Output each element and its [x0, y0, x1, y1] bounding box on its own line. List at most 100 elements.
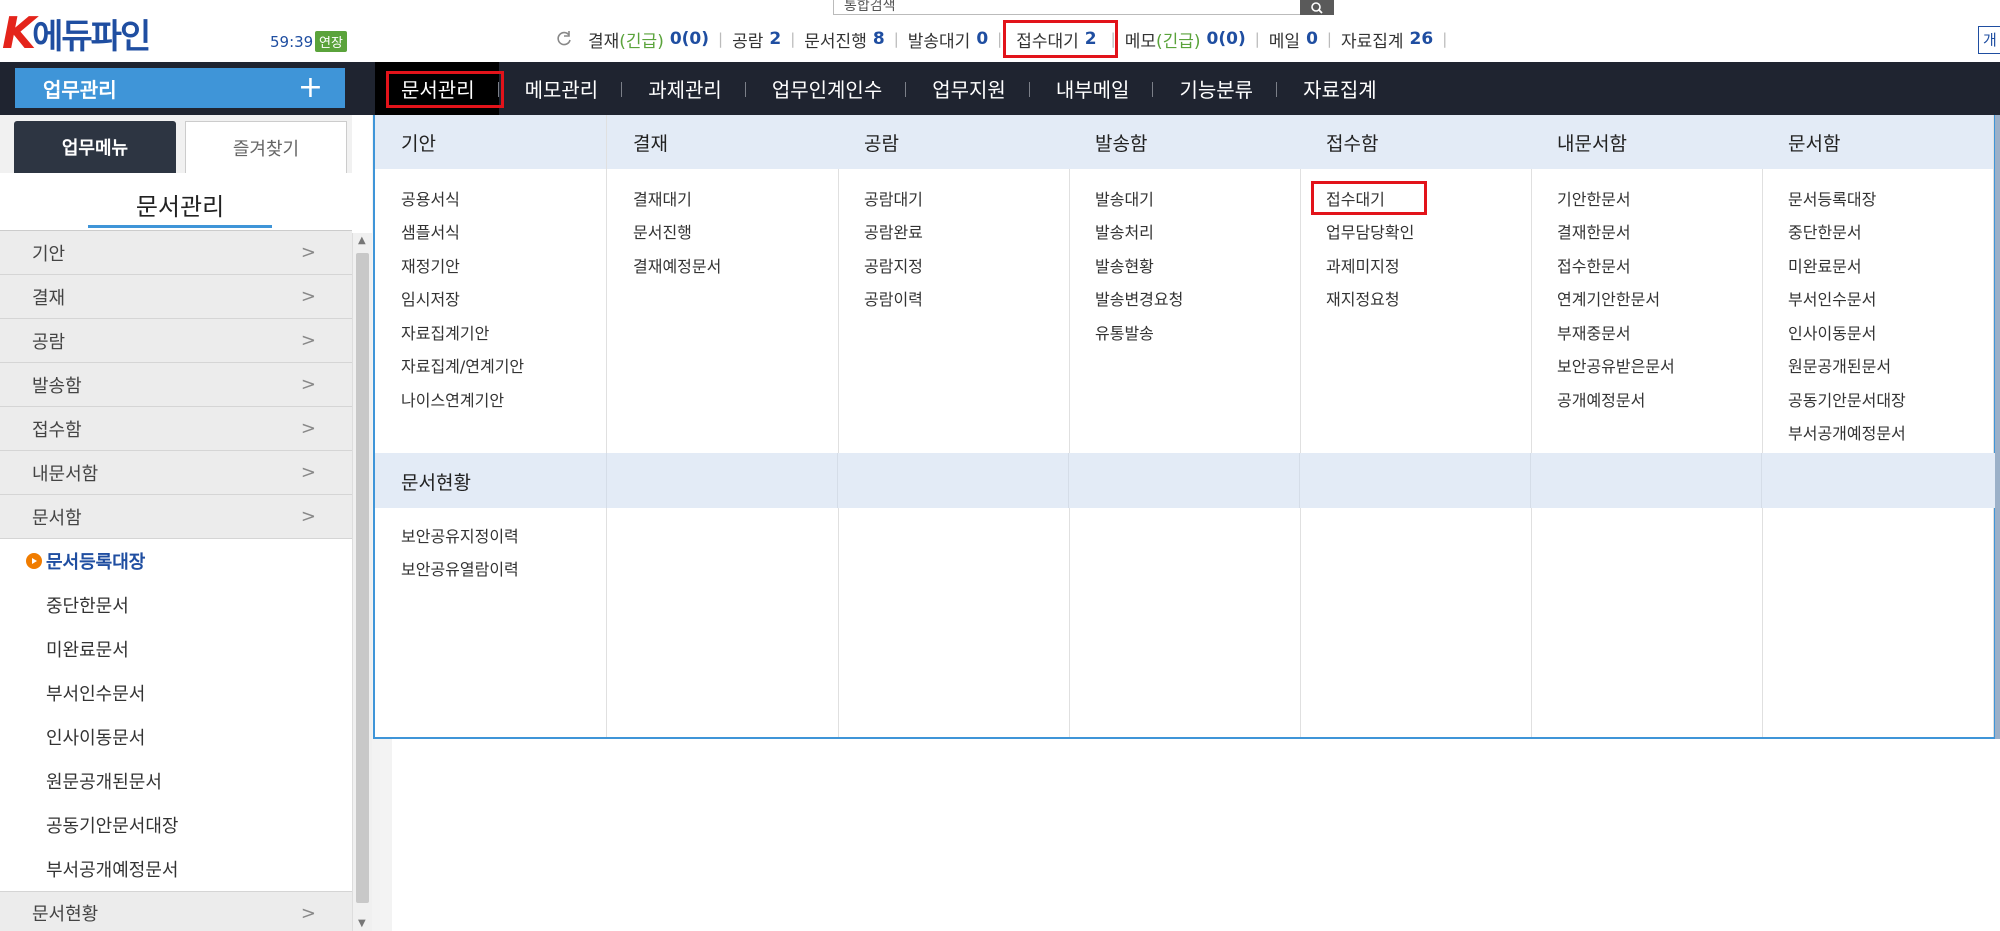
sidebar-subitem[interactable]: 부서인수문서	[0, 671, 352, 715]
menu-link[interactable]: 자료집계기안	[375, 315, 606, 349]
sidebar-subitem[interactable]: 원문공개된문서	[0, 759, 352, 803]
divider	[1530, 453, 1531, 508]
menu-link[interactable]: 연계기안한문서	[1531, 282, 1762, 316]
menu-link[interactable]: 공람완료	[838, 215, 1069, 249]
sidebar-subitem[interactable]: 미완료문서	[0, 627, 352, 671]
status-data-collection[interactable]: 자료집계 26	[1332, 27, 1442, 52]
menu-link[interactable]: 발송변경요청	[1069, 282, 1300, 316]
menu-link[interactable]: 과제미지정	[1300, 248, 1531, 282]
sidebar-item-document-box[interactable]: 문서함 >	[0, 495, 352, 539]
sidebar-item-approval[interactable]: 결재 >	[0, 275, 352, 319]
status-memo[interactable]: 메모 (긴급) 0(0)	[1116, 27, 1255, 52]
menu-link[interactable]: 자료집계/연계기안	[375, 349, 606, 383]
menu-link[interactable]: 공개예정문서	[1531, 382, 1762, 416]
nav-memo-management[interactable]: 메모관리	[499, 62, 623, 115]
menu-link[interactable]: 공람대기	[838, 181, 1069, 215]
logo-k: K	[2, 7, 36, 59]
sidebar-subitem[interactable]: 중단한문서	[0, 583, 352, 627]
status-in-progress[interactable]: 문서진행 8	[795, 27, 893, 52]
status-approval[interactable]: 결재 (긴급) 0(0)	[579, 27, 718, 52]
scroll-up-arrow-icon[interactable]: ▲	[358, 235, 366, 246]
menu-link[interactable]: 재정기안	[375, 248, 606, 282]
nav-function-classification[interactable]: 기능분류	[1153, 62, 1277, 115]
scrollbar-thumb[interactable]	[356, 253, 369, 903]
menu-link[interactable]: 중단한문서	[1762, 215, 1993, 249]
sidebar-item-label: 문서함	[32, 507, 82, 529]
menu-link[interactable]: 나이스연계기안	[375, 382, 606, 416]
menu-link[interactable]: 원문공개된문서	[1762, 349, 1993, 383]
menu-link[interactable]: 문서진행	[607, 215, 838, 249]
sidebar-item-my-documents[interactable]: 내문서함 >	[0, 451, 352, 495]
nav-internal-mail[interactable]: 내부메일	[1030, 62, 1154, 115]
nav-label: 메모관리	[524, 78, 599, 102]
menu-link-receive-waiting[interactable]: 접수대기	[1300, 181, 1531, 215]
menu-link[interactable]: 보안공유열람이력	[375, 552, 519, 586]
sidebar-scrollbar[interactable]: ▲ ▼	[352, 233, 372, 931]
menu-link[interactable]: 접수한문서	[1531, 248, 1762, 282]
tab-work-menu[interactable]: 업무메뉴	[14, 121, 176, 173]
menu-link[interactable]: 재지정요청	[1300, 282, 1531, 316]
status-circulation[interactable]: 공람 2	[723, 27, 790, 52]
menu-link[interactable]: 공용서식	[375, 181, 606, 215]
sidebar-title: 문서관리	[135, 193, 225, 221]
sidebar-item-document-status[interactable]: 문서현황 >	[0, 891, 352, 931]
menu-link[interactable]: 결재대기	[607, 181, 838, 215]
sidebar-item-circulation[interactable]: 공람 >	[0, 319, 352, 363]
sidebar-title-area: 문서관리	[0, 173, 352, 231]
menu-link[interactable]: 부서공개예정문서	[1762, 416, 1993, 450]
status-count: 2	[769, 29, 782, 49]
sidebar-item-draft[interactable]: 기안 >	[0, 231, 352, 275]
nav-document-management[interactable]: 문서관리	[375, 62, 504, 115]
search-button[interactable]	[1300, 0, 1334, 15]
logo[interactable]: K 에듀파인	[2, 7, 151, 59]
refresh-icon[interactable]	[555, 30, 573, 48]
menu-link[interactable]: 업무담당확인	[1300, 215, 1531, 249]
sidebar: 업무메뉴 즐겨찾기 문서관리 기안 > 결재 > 공람 > 발송함 > 접수함 > 내문서…	[0, 115, 392, 931]
nav-data-collection[interactable]: 자료집계	[1277, 62, 1401, 115]
sidebar-subitem[interactable]: 공동기안문서대장	[0, 803, 352, 847]
menu-link[interactable]: 미완료문서	[1762, 248, 1993, 282]
search-icon	[1311, 1, 1323, 14]
sidebar-item-inbox[interactable]: 접수함 >	[0, 407, 352, 451]
menu-link[interactable]: 부재중문서	[1531, 315, 1762, 349]
menu-link[interactable]: 임시저장	[375, 282, 606, 316]
menu-link[interactable]: 보안공유지정이력	[375, 518, 519, 552]
menu-column-head: 결재	[607, 115, 838, 169]
top-right-button[interactable]: 개	[1978, 26, 2000, 54]
menu-link[interactable]: 유통발송	[1069, 315, 1300, 349]
menu-link[interactable]: 발송처리	[1069, 215, 1300, 249]
chevron-right-icon: >	[300, 902, 316, 924]
menu-link[interactable]: 문서등록대장	[1762, 181, 1993, 215]
tab-favorites[interactable]: 즐겨찾기	[185, 121, 347, 173]
menu-link[interactable]: 공람이력	[838, 282, 1069, 316]
status-mail[interactable]: 메일 0	[1260, 27, 1327, 52]
scroll-down-arrow-icon[interactable]: ▼	[358, 918, 366, 929]
search-input[interactable]: 통합검색	[833, 0, 1333, 15]
status-send-waiting[interactable]: 발송대기 0	[899, 27, 997, 52]
extend-session-button[interactable]: 연장	[315, 31, 347, 52]
menu-link[interactable]: 공람지정	[838, 248, 1069, 282]
menu-link[interactable]: 발송대기	[1069, 181, 1300, 215]
menu-column-links: 기안한문서 결재한문서 접수한문서 연계기안한문서 부재중문서 보안공유받은문서…	[1531, 169, 1762, 416]
menu-link[interactable]: 부서인수문서	[1762, 282, 1993, 316]
status-receive-waiting[interactable]: 접수대기 2	[1002, 19, 1119, 58]
play-icon	[26, 553, 42, 569]
sidebar-subitem-register[interactable]: 문서등록대장	[0, 539, 352, 583]
nav-work-support[interactable]: 업무지원	[906, 62, 1030, 115]
sidebar-subitem[interactable]: 인사이동문서	[0, 715, 352, 759]
menu-link[interactable]: 결재예정문서	[607, 248, 838, 282]
nav-handover[interactable]: 업무인계인수	[746, 62, 907, 115]
sidebar-item-outbox[interactable]: 발송함 >	[0, 363, 352, 407]
menu-link[interactable]: 결재한문서	[1531, 215, 1762, 249]
menu-link[interactable]: 기안한문서	[1531, 181, 1762, 215]
menu-column-draft: 기안 공용서식 샘플서식 재정기안 임시저장 자료집계기안 자료집계/연계기안 …	[375, 115, 607, 737]
nav-task-management[interactable]: 과제관리	[622, 62, 746, 115]
menu-link[interactable]: 샘플서식	[375, 215, 606, 249]
sidebar-subitem[interactable]: 부서공개예정문서	[0, 847, 352, 891]
menu-link[interactable]: 보안공유받은문서	[1531, 349, 1762, 383]
menu-link[interactable]: 발송현황	[1069, 248, 1300, 282]
menu-link[interactable]: 공동기안문서대장	[1762, 382, 1993, 416]
menu-link[interactable]: 인사이동문서	[1762, 315, 1993, 349]
sidebar-item-label: 발송함	[32, 375, 82, 397]
work-menu-button[interactable]: 업무관리 +	[15, 68, 345, 108]
